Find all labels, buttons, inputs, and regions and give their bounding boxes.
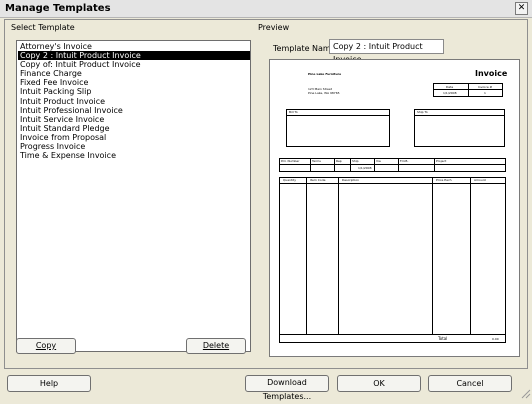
field-divider — [374, 158, 375, 172]
list-item[interactable]: Intuit Packing Slip — [18, 87, 250, 96]
column-divider — [432, 177, 433, 334]
column-divider — [470, 177, 471, 334]
field-label: Rep — [336, 159, 342, 163]
delete-button-label: Delete — [202, 341, 230, 350]
list-item[interactable]: Invoice from Proposal — [18, 133, 250, 142]
company-address-2: Pine Lake, WA 98765 — [308, 91, 340, 95]
items-table-box — [279, 177, 506, 343]
column-header: Amount — [474, 178, 486, 182]
dialog-body: Select Template Attorney's Invoice Copy 2… — [4, 19, 528, 369]
list-item[interactable]: Intuit Professional Invoice — [18, 106, 250, 115]
list-item[interactable]: Attorney's Invoice — [18, 42, 250, 51]
items-header-divider — [279, 183, 506, 184]
column-header: Item Code — [310, 178, 326, 182]
list-item[interactable]: Progress Invoice — [18, 142, 250, 151]
resize-grip-icon[interactable] — [519, 387, 531, 399]
invoice-preview: Pine Lake Furniture 123 Main Street Pine… — [269, 59, 520, 357]
list-item[interactable]: Intuit Product Invoice — [18, 97, 250, 106]
list-item[interactable]: Time & Expense Invoice — [18, 151, 250, 160]
bill-to-divider — [286, 115, 390, 116]
template-name-label: Template Name — [273, 44, 336, 53]
column-header: Description — [342, 178, 360, 182]
column-divider — [306, 177, 307, 334]
company-name: Pine Lake Furniture — [308, 72, 342, 76]
list-item[interactable]: Intuit Service Invoice — [18, 115, 250, 124]
ok-button[interactable]: OK — [337, 375, 421, 392]
field-label: Project — [436, 159, 447, 163]
list-item[interactable]: Intuit Standard Pledge — [18, 124, 250, 133]
field-label: Terms — [312, 159, 321, 163]
items-total-divider — [279, 334, 506, 335]
date-value: 1/1/2008 — [443, 91, 457, 95]
window-title: Manage Templates — [5, 3, 111, 14]
date-label: Date — [446, 85, 454, 89]
invoice-no-value: 1 — [484, 91, 486, 95]
list-item[interactable]: Copy of: Intuit Product Invoice — [18, 60, 250, 69]
field-label: Ship — [352, 159, 359, 163]
column-divider — [338, 177, 339, 334]
field-label: F.O.B. — [400, 159, 409, 163]
preview-heading: Preview — [258, 23, 290, 32]
cancel-button[interactable]: Cancel — [428, 375, 512, 392]
button-bar: Help Download Templates... OK Cancel — [0, 369, 532, 401]
invoice-no-label: Invoice # — [478, 85, 493, 89]
field-divider — [350, 158, 351, 172]
copy-button[interactable]: Copy — [16, 338, 76, 354]
template-name-field[interactable]: Copy 2 : Intuit Product Invoice — [329, 39, 444, 64]
field-label: Via — [376, 159, 381, 163]
field-divider — [434, 158, 435, 172]
title-bar: Manage Templates ✕ — [0, 0, 532, 18]
date-box-vdivider — [468, 83, 469, 97]
column-header: Quantity — [283, 178, 296, 182]
column-header: Price Each — [436, 178, 452, 182]
template-list[interactable]: Attorney's Invoice Copy 2 : Intuit Produc… — [16, 40, 251, 352]
list-item[interactable]: Finance Charge — [18, 69, 250, 78]
select-template-heading: Select Template — [11, 23, 75, 32]
field-divider — [398, 158, 399, 172]
ship-to-label: Ship To — [417, 110, 428, 114]
fields-row-divider — [279, 164, 506, 165]
field-divider — [310, 158, 311, 172]
invoice-title: Invoice — [475, 69, 508, 78]
download-templates-button[interactable]: Download Templates... — [245, 375, 329, 401]
list-item[interactable]: Copy 2 : Intuit Product Invoice — [18, 51, 250, 61]
close-icon[interactable]: ✕ — [515, 2, 528, 15]
total-label: Total — [438, 336, 448, 341]
bill-to-label: Bill To — [289, 110, 298, 114]
delete-button[interactable]: Delete — [186, 338, 246, 354]
total-value: 0.00 — [492, 337, 499, 341]
help-button[interactable]: Help — [7, 375, 91, 392]
field-divider — [334, 158, 335, 172]
copy-button-label: Copy — [35, 341, 57, 350]
ship-value: 1/1/2008 — [358, 166, 372, 170]
field-label: P.O. Number — [281, 159, 300, 163]
list-item[interactable]: Fixed Fee Invoice — [18, 78, 250, 87]
ship-to-divider — [414, 115, 505, 116]
